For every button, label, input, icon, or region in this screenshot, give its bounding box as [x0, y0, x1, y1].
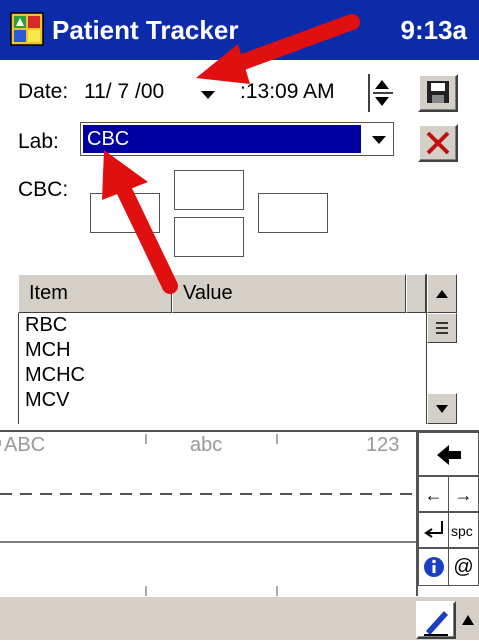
date-dropdown-arrow-icon[interactable] — [198, 84, 218, 104]
date-label: Date: — [18, 80, 69, 103]
dropdown-arrow-icon[interactable] — [367, 125, 391, 153]
scroll-thumb[interactable] — [427, 313, 457, 343]
table-row[interactable]: MCHC — [19, 363, 428, 388]
input-method-menu-arrow[interactable] — [458, 601, 478, 639]
lab-label: Lab: — [18, 130, 59, 153]
lab-selected-value: CBC — [83, 125, 361, 153]
table-header: Item Value — [18, 274, 426, 313]
scroll-down-button[interactable] — [427, 393, 457, 424]
cbc-field-top[interactable] — [174, 170, 244, 210]
cbc-label: CBC: — [18, 178, 69, 201]
scroll-up-button[interactable] — [427, 274, 457, 313]
clock[interactable]: 9:13a — [401, 13, 468, 47]
enter-icon — [423, 521, 443, 538]
delete-x-icon — [426, 131, 450, 155]
scroll-down-icon — [436, 405, 448, 413]
input-method-button[interactable] — [416, 601, 456, 639]
delete-button[interactable] — [418, 124, 458, 162]
bottom-toolbar — [0, 596, 479, 640]
column-header-extra — [406, 274, 426, 313]
save-disk-icon — [427, 81, 449, 103]
table-row[interactable]: RBC — [19, 313, 428, 338]
enter-key[interactable] — [418, 512, 449, 548]
cbc-field-left[interactable] — [90, 193, 160, 233]
table-body: RBC MCH MCHC MCV — [18, 313, 428, 424]
time-value[interactable]: :13:09 AM — [240, 78, 335, 106]
writing-guides — [0, 434, 416, 598]
column-header-value[interactable]: Value — [172, 274, 406, 313]
pen-icon — [424, 611, 448, 636]
backspace-key[interactable] — [418, 432, 479, 476]
right-arrow-key[interactable]: → — [448, 476, 479, 512]
table-row[interactable]: MCV — [19, 388, 428, 413]
column-header-item[interactable]: Item — [18, 274, 172, 313]
title-bar: Patient Tracker 9:13a — [0, 0, 479, 60]
table-scrollbar[interactable] — [426, 274, 457, 424]
table-row[interactable]: MCH — [19, 338, 428, 363]
cbc-field-bottom[interactable] — [174, 217, 244, 257]
backspace-icon — [436, 445, 461, 465]
symbols-key[interactable]: @ — [448, 548, 479, 586]
info-icon — [423, 557, 444, 577]
info-button[interactable] — [418, 548, 449, 586]
app-title: Patient Tracker — [52, 15, 239, 45]
cbc-field-right[interactable] — [258, 193, 328, 233]
date-value[interactable]: 11/ 7 /00 — [84, 78, 164, 106]
time-spinner[interactable] — [367, 74, 395, 112]
scroll-up-icon — [436, 290, 448, 298]
lab-select[interactable]: CBC — [80, 122, 394, 156]
left-arrow-key[interactable]: ← — [418, 476, 449, 512]
app-logo-icon[interactable] — [10, 12, 44, 46]
input-panel[interactable]: ABC abc 123 ← → spc @ — [0, 430, 479, 598]
space-key[interactable]: spc — [448, 512, 479, 548]
save-button[interactable] — [418, 74, 458, 112]
input-panel-keys: ← → spc @ — [416, 432, 479, 598]
